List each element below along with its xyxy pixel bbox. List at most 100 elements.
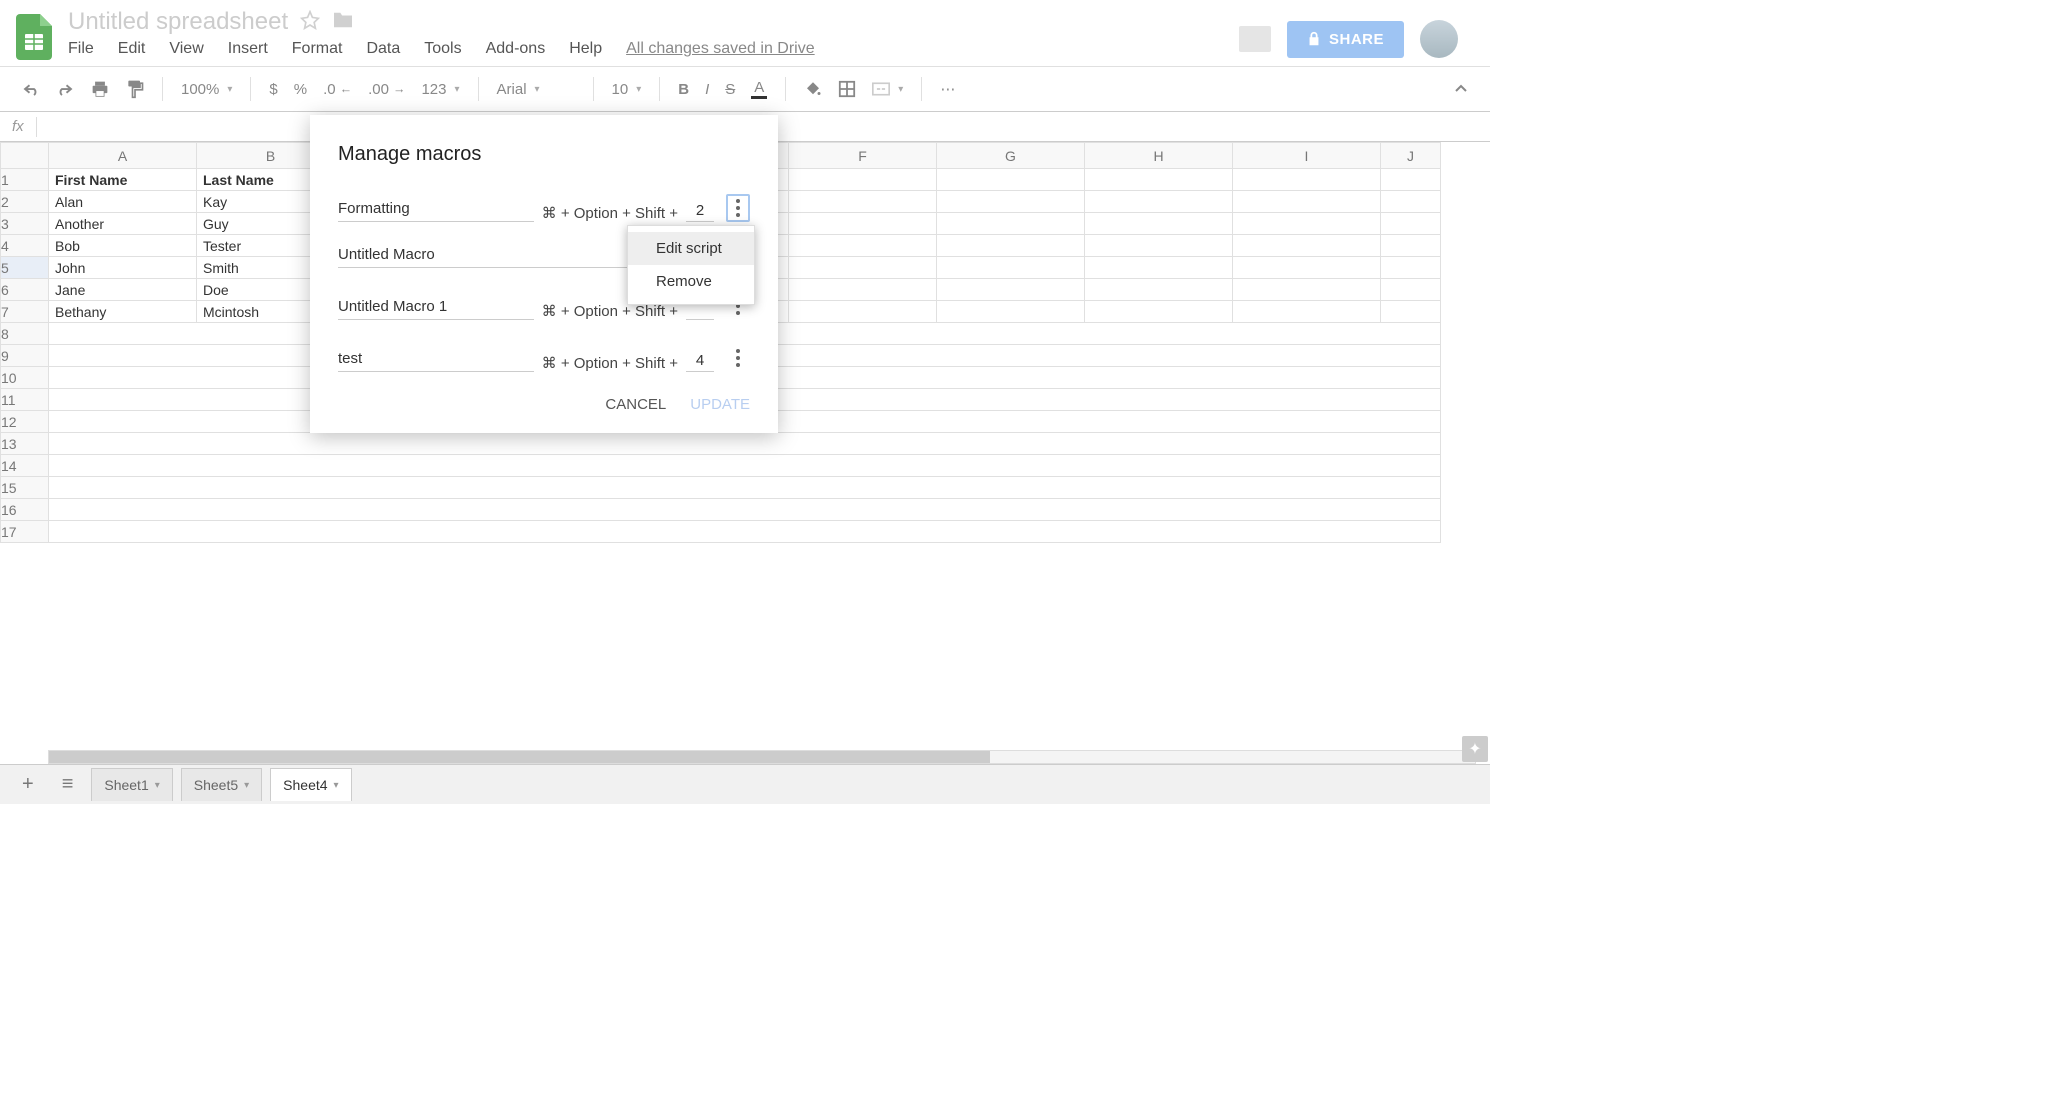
share-label: SHARE (1329, 31, 1384, 48)
share-button[interactable]: SHARE (1287, 21, 1404, 58)
macro-name-input[interactable]: Untitled Macro 1 (338, 298, 534, 320)
row-header[interactable]: 4 (1, 235, 49, 257)
menu-addons[interactable]: Add-ons (486, 40, 546, 58)
menu-file[interactable]: File (68, 40, 94, 58)
more-button[interactable]: ⋯ (934, 76, 963, 102)
cell[interactable]: Another (49, 213, 197, 235)
undo-button[interactable] (16, 78, 46, 100)
row-header[interactable]: 17 (1, 521, 49, 543)
cell[interactable]: John (49, 257, 197, 279)
edit-script-menuitem[interactable]: Edit script (628, 232, 754, 265)
remove-menuitem[interactable]: Remove (628, 265, 754, 298)
sheets-logo (16, 14, 52, 60)
row-header[interactable]: 3 (1, 213, 49, 235)
paint-format-button[interactable] (120, 75, 150, 103)
row-header[interactable]: 7 (1, 301, 49, 323)
row-header[interactable]: 11 (1, 389, 49, 411)
font-size-dropdown[interactable]: 10 (606, 77, 648, 102)
font-dropdown[interactable]: Arial (491, 77, 581, 102)
macro-name-input[interactable]: Untitled Macro (338, 246, 666, 268)
row-header[interactable]: 12 (1, 411, 49, 433)
cell[interactable]: Alan (49, 191, 197, 213)
col-header[interactable]: H (1085, 143, 1233, 169)
collapse-toolbar-button[interactable] (1448, 80, 1474, 98)
fx-label: fx (12, 118, 24, 135)
shortcut-key-input[interactable] (686, 317, 714, 320)
toolbar: 100% $ % .0← .00→ 123 Arial 10 B I S A ⋯ (0, 66, 1490, 112)
macro-more-button[interactable] (726, 344, 750, 372)
shortcut-key-input[interactable]: 4 (686, 352, 714, 372)
cell[interactable]: First Name (49, 169, 197, 191)
col-header[interactable]: A (49, 143, 197, 169)
row-header[interactable]: 2 (1, 191, 49, 213)
row-header[interactable]: 14 (1, 455, 49, 477)
macro-row: Formatting ⌘ + Option + Shift + 2 (338, 194, 750, 222)
sheet-tab[interactable]: Sheet5▾ (181, 768, 262, 801)
macro-row: test ⌘ + Option + Shift + 4 (338, 344, 750, 372)
all-sheets-button[interactable]: ≡ (52, 769, 84, 800)
cell[interactable]: Bethany (49, 301, 197, 323)
row-header[interactable]: 13 (1, 433, 49, 455)
lock-icon (1307, 31, 1321, 47)
avatar[interactable] (1420, 20, 1458, 58)
zoom-dropdown[interactable]: 100% (175, 77, 238, 102)
sheet-bar: + ≡ Sheet1▾ Sheet5▾ Sheet4▾ (0, 764, 1490, 804)
row-header[interactable]: 16 (1, 499, 49, 521)
macro-context-menu: Edit script Remove (627, 225, 755, 305)
sheet-tab-active[interactable]: Sheet4▾ (270, 768, 351, 801)
col-header[interactable]: G (937, 143, 1085, 169)
menu-format[interactable]: Format (292, 40, 343, 58)
menu-data[interactable]: Data (366, 40, 400, 58)
doc-title[interactable]: Untitled spreadsheet (68, 8, 288, 36)
menu-tools[interactable]: Tools (424, 40, 461, 58)
italic-button[interactable]: I (699, 77, 715, 102)
redo-button[interactable] (50, 78, 80, 100)
row-header[interactable]: 15 (1, 477, 49, 499)
dialog-title: Manage macros (338, 143, 750, 166)
cell[interactable]: Bob (49, 235, 197, 257)
col-header[interactable]: J (1381, 143, 1441, 169)
currency-button[interactable]: $ (263, 77, 283, 102)
bold-button[interactable]: B (672, 77, 695, 102)
folder-icon[interactable] (332, 11, 354, 34)
add-sheet-button[interactable]: + (12, 769, 44, 800)
horizontal-scrollbar[interactable] (48, 750, 1476, 764)
col-header[interactable]: I (1233, 143, 1381, 169)
col-header[interactable]: F (789, 143, 937, 169)
menu-insert[interactable]: Insert (228, 40, 268, 58)
print-button[interactable] (84, 76, 116, 102)
row-header[interactable]: 10 (1, 367, 49, 389)
merge-button[interactable] (866, 78, 909, 100)
row-header[interactable]: 5 (1, 257, 49, 279)
sheet-tab[interactable]: Sheet1▾ (91, 768, 172, 801)
percent-button[interactable]: % (288, 77, 313, 102)
shortcut-label: ⌘ + Option + Shift + (542, 354, 678, 372)
update-button[interactable]: UPDATE (690, 396, 750, 413)
decrease-decimal-button[interactable]: .0← (317, 77, 358, 102)
menu-view[interactable]: View (169, 40, 203, 58)
number-format-dropdown[interactable]: 123 (415, 77, 465, 102)
borders-button[interactable] (832, 76, 862, 102)
row-header[interactable]: 9 (1, 345, 49, 367)
drive-status[interactable]: All changes saved in Drive (626, 40, 815, 58)
comments-button[interactable] (1239, 26, 1271, 52)
row-header[interactable]: 1 (1, 169, 49, 191)
strikethrough-button[interactable]: S (719, 77, 741, 102)
star-icon[interactable] (300, 10, 320, 35)
row-header[interactable]: 6 (1, 279, 49, 301)
shortcut-label: ⌘ + Option + Shift + (542, 204, 678, 222)
cell[interactable]: Jane (49, 279, 197, 301)
fill-color-button[interactable] (798, 76, 828, 102)
text-color-button[interactable]: A (745, 75, 773, 103)
increase-decimal-button[interactable]: .00→ (362, 77, 411, 102)
shortcut-key-input[interactable]: 2 (686, 202, 714, 222)
menu-edit[interactable]: Edit (118, 40, 146, 58)
row-header[interactable]: 8 (1, 323, 49, 345)
macro-name-input[interactable]: test (338, 350, 534, 372)
macro-more-button[interactable] (726, 194, 750, 222)
menu-help[interactable]: Help (569, 40, 602, 58)
select-all-corner[interactable] (1, 143, 49, 169)
macro-name-input[interactable]: Formatting (338, 200, 534, 222)
explore-button[interactable]: ✦ (1462, 736, 1488, 762)
cancel-button[interactable]: CANCEL (605, 396, 666, 413)
